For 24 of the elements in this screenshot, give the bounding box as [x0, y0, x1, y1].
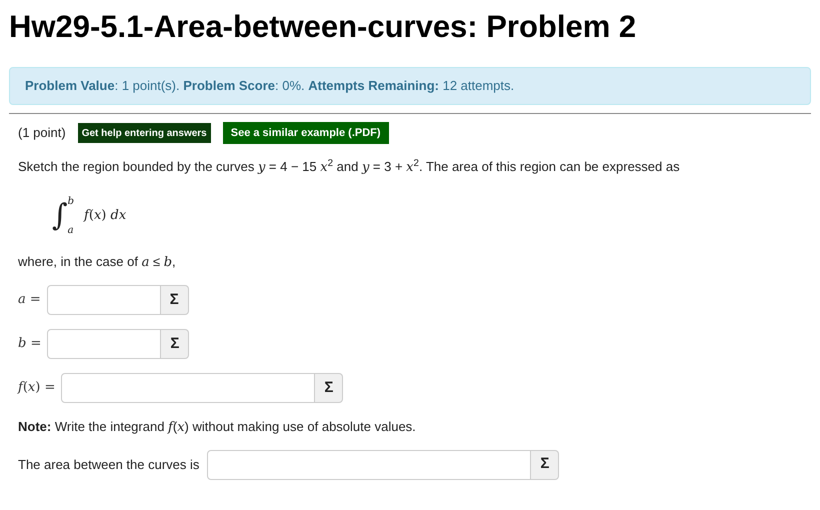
answer-label: f(x) =	[18, 379, 56, 398]
page-title: Hw29-5.1-Area-between-curves: Problem 2	[9, 8, 638, 46]
point-value-text: (1 point)	[18, 124, 66, 142]
answer-field[interactable]	[61, 373, 316, 403]
problem-statement: Sketch the region bounded by the curves y = 4 − 15 x$^{2}$ and y = 3 + x$^{2}$. The area of this region can be expressed as	[18, 157, 681, 177]
equation-editor-button[interactable]: Σ	[160, 285, 189, 315]
answer-field[interactable]	[46, 285, 161, 315]
answer-field[interactable]	[47, 329, 162, 359]
example-button[interactable]: See a similar example (.PDF)	[222, 122, 389, 144]
equation-editor-button[interactable]: Σ	[315, 373, 344, 403]
integrand-expression: f(x) dx	[84, 206, 126, 225]
answer-label: a =	[18, 291, 41, 310]
answer-field[interactable]	[207, 450, 532, 480]
upper-limit: b	[68, 194, 74, 208]
integral-sign: ∫	[52, 197, 68, 235]
note-text: Note: Write the integrand f(x) without making use of absolute values.	[18, 418, 417, 437]
condition-text: where, in the case of a ≤ b,	[18, 252, 177, 272]
answer-label: b =	[18, 335, 42, 354]
equation-editor-button[interactable]: Σ	[531, 450, 560, 480]
equation-editor-button[interactable]: Σ	[161, 329, 190, 359]
help-button[interactable]: Get help entering answers	[78, 123, 211, 143]
area-label: The area between the curves is	[18, 456, 200, 474]
problem-info-bar: Problem Value: 1 point(s). Problem Score: 0%. Attempts Remaining: 12 attempts.	[9, 67, 811, 105]
lower-limit: a	[68, 224, 74, 238]
